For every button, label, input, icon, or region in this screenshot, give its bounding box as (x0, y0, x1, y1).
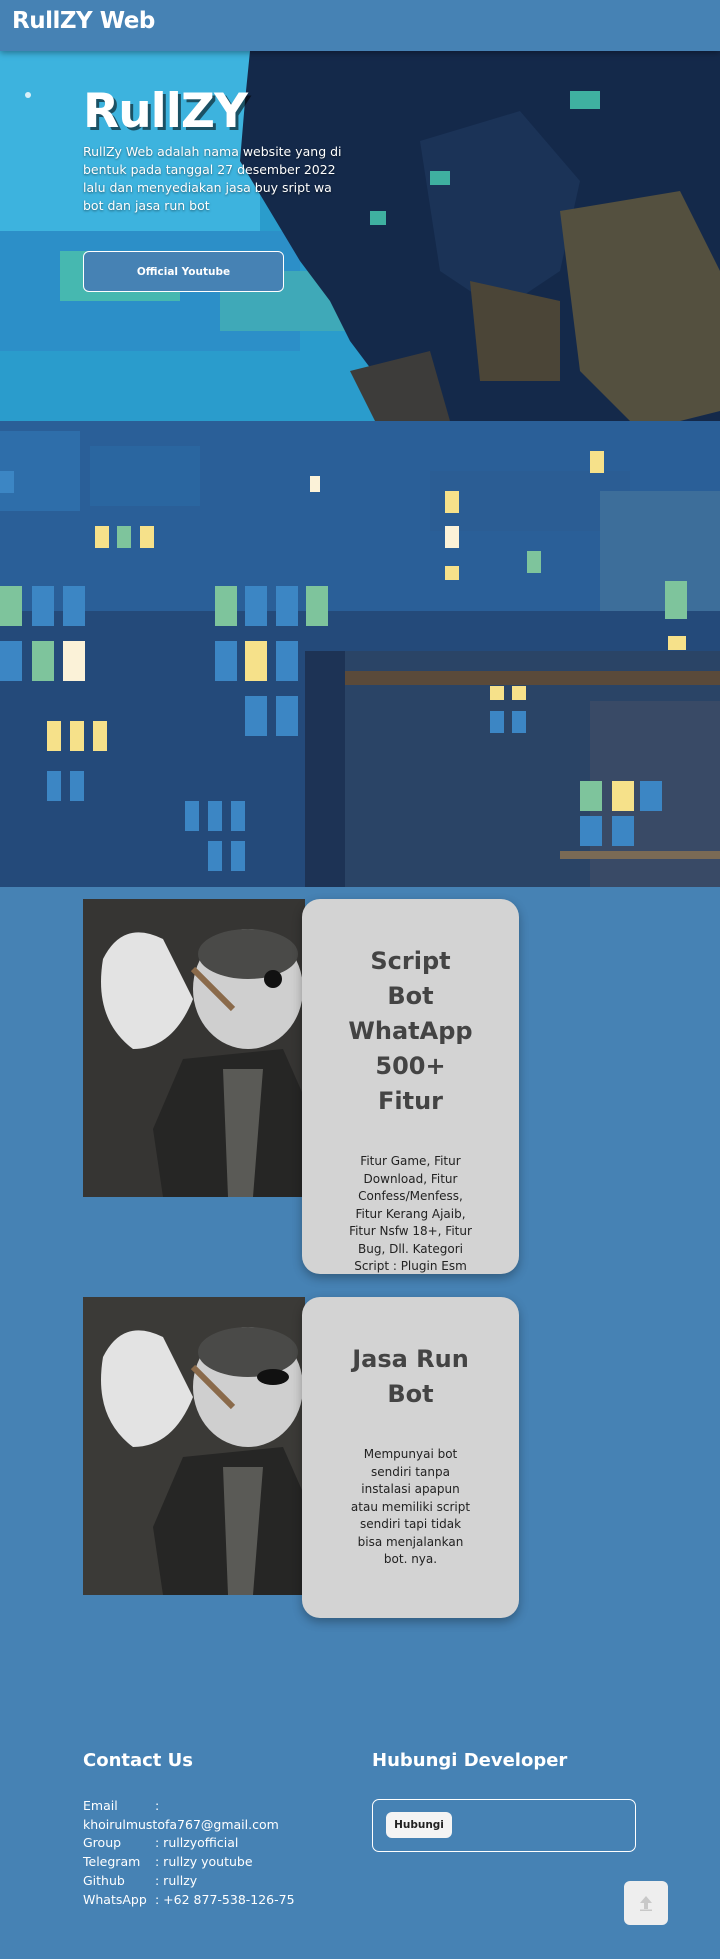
navbar: RullZY Web (0, 0, 720, 51)
developer-box: Hubungi (372, 1799, 636, 1852)
card-body: Script Bot WhatApp 500+ Fitur Fitur Game… (302, 899, 519, 1274)
card-title: Jasa Run Bot (352, 1345, 469, 1408)
hubungi-button[interactable]: Hubungi (386, 1812, 452, 1838)
contact-key: Github (83, 1872, 125, 1888)
developer-title: Hubungi Developer (372, 1750, 568, 1771)
brand-logo[interactable]: RullZY Web (12, 8, 155, 34)
hero-description: RullZy Web adalah nama website yang di b… (83, 144, 342, 213)
contact-value[interactable]: : rullzy youtube (155, 1853, 253, 1872)
card-text: Mempunyai bot sendiri tanpa instalasi ap… (350, 1447, 471, 1566)
contact-key: WhatsApp (83, 1891, 147, 1907)
contact-key: Group (83, 1835, 122, 1851)
hero-section: RullZY RullZy Web adalah nama website ya… (0, 51, 720, 887)
contact-row-github: Github : rullzy (83, 1872, 343, 1891)
service-card-script-bot: Script Bot WhatApp 500+ Fitur Fitur Game… (83, 899, 519, 1274)
card-image (83, 1297, 305, 1595)
contact-row-email: Email: khoirulmustofa767@gmail.com (83, 1797, 343, 1834)
arrow-up-icon (640, 1896, 652, 1911)
contact-row-whatsapp: WhatsApp : +62 877-538-126-75 (83, 1891, 343, 1910)
contact-list: Email: khoirulmustofa767@gmail.com Group… (83, 1797, 343, 1909)
card-text: Fitur Game, Fitur Download, Fitur Confes… (349, 1154, 472, 1273)
contact-row-telegram: Telegram : rullzy youtube (83, 1853, 343, 1872)
contact-value[interactable]: : rullzyofficial (155, 1834, 238, 1853)
card-title: Script Bot WhatApp 500+ Fitur (348, 947, 473, 1115)
card-body: Jasa Run Bot Mempunyai bot sendiri tanpa… (302, 1297, 519, 1618)
scroll-top-button[interactable] (624, 1881, 668, 1925)
official-youtube-button[interactable]: Official Youtube (83, 251, 284, 292)
contact-title: Contact Us (83, 1750, 194, 1771)
contact-value[interactable]: : rullzy (155, 1872, 197, 1891)
contact-key: Email (83, 1798, 118, 1813)
service-card-run-bot: Jasa Run Bot Mempunyai bot sendiri tanpa… (83, 1297, 519, 1618)
contact-value[interactable]: : +62 877-538-126-75 (155, 1891, 295, 1910)
hero-title: RullZY (83, 84, 248, 139)
card-image (83, 899, 305, 1197)
contact-row-group: Group : rullzyofficial (83, 1834, 343, 1853)
contact-key: Telegram (83, 1854, 141, 1870)
